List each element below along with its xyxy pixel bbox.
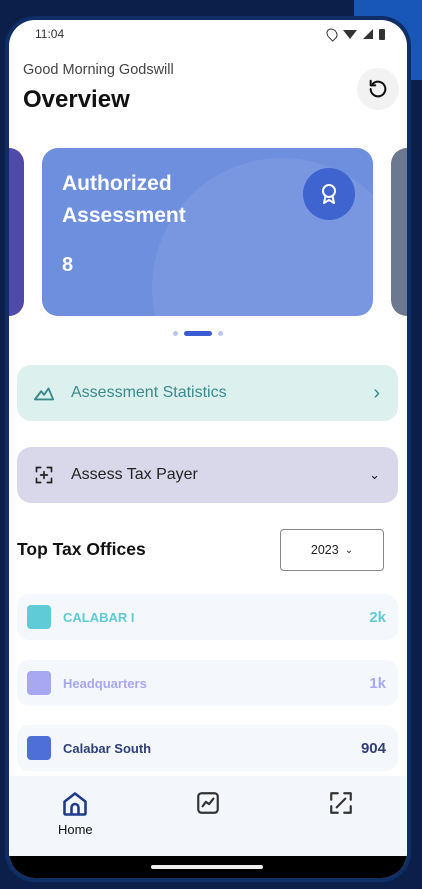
home-indicator[interactable] (151, 865, 263, 869)
year-select[interactable]: 2023 ⌄ (280, 529, 384, 571)
system-gesture-bar (9, 856, 407, 878)
stats-chart-icon (33, 382, 55, 404)
page-dot[interactable] (173, 331, 178, 336)
card-icon-badge (303, 168, 355, 220)
phone-screen: 11:04 Good Morning Godswill Overview Aut… (9, 20, 407, 878)
greeting-text: Good Morning Godswill (23, 62, 174, 78)
award-badge-icon (322, 184, 336, 204)
nav-statistics[interactable] (168, 776, 248, 816)
battery-icon (379, 28, 385, 40)
office-value: 904 (360, 739, 386, 757)
year-select-value: 2023 (310, 543, 339, 557)
page-dot-active[interactable] (184, 331, 212, 336)
office-name: CALABAR I (63, 609, 135, 625)
bottom-navigation: Home (9, 776, 407, 856)
chevron-down-icon: ⌄ (369, 467, 380, 482)
refresh-button[interactable] (357, 68, 399, 110)
assessment-statistics-label: Assessment Statistics (71, 384, 227, 401)
carousel-pagination (173, 331, 223, 336)
expand-icon (329, 792, 352, 814)
assess-tax-payer-label: Assess Tax Payer (71, 466, 198, 483)
nav-expand[interactable] (301, 776, 381, 816)
trending-chart-icon (197, 792, 219, 814)
office-color-swatch (27, 671, 51, 695)
office-color-swatch (27, 605, 51, 629)
office-name: Headquarters (63, 675, 147, 691)
location-icon (324, 26, 340, 42)
top-tax-offices-title: Top Tax Offices (17, 539, 146, 559)
signal-icon (363, 29, 373, 39)
office-value: 2k (369, 608, 386, 626)
nav-home-label: Home (57, 822, 93, 837)
refresh-icon (369, 79, 387, 98)
status-bar: 11:04 (9, 20, 407, 48)
office-row[interactable]: Calabar South 904 (17, 725, 398, 771)
chevron-down-icon: ⌄ (344, 544, 354, 556)
carousel-prev-card[interactable] (9, 148, 24, 316)
status-time: 11:04 (35, 27, 65, 41)
office-color-swatch (27, 736, 51, 760)
assessment-statistics-row[interactable]: Assessment Statistics › (17, 365, 398, 421)
assess-tax-payer-row[interactable]: Assess Tax Payer ⌄ (17, 447, 398, 503)
authorized-assessment-card[interactable]: Authorized Assessment 8 (42, 148, 373, 316)
nav-home[interactable]: Home (35, 776, 115, 837)
office-row[interactable]: Headquarters 1k (17, 660, 398, 706)
office-name: Calabar South (63, 740, 152, 756)
office-value: 1k (369, 674, 386, 692)
home-icon (63, 792, 88, 816)
card-count: 8 (62, 254, 74, 276)
carousel-next-card[interactable] (391, 148, 407, 316)
wifi-icon (343, 29, 357, 39)
page-title: Overview (23, 86, 130, 113)
chevron-right-icon: › (373, 381, 380, 404)
office-row[interactable]: CALABAR I 2k (17, 594, 398, 640)
assess-scan-icon (33, 464, 55, 486)
card-title: Authorized Assessment (62, 172, 186, 227)
status-icons (324, 26, 385, 42)
page-dot[interactable] (218, 331, 223, 336)
